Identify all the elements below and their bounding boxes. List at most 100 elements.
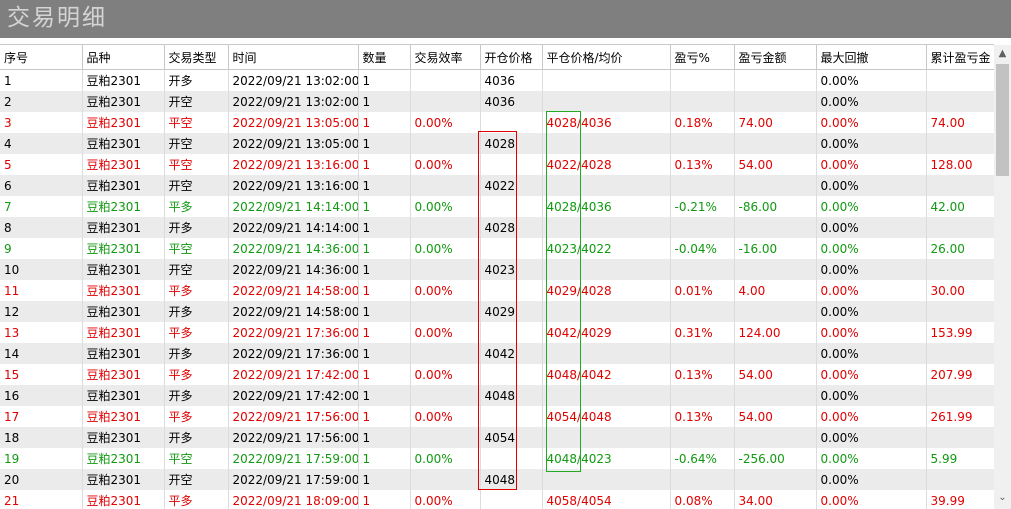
window-title: 交易明细 bbox=[7, 5, 107, 31]
table-row[interactable]: 19 豆粕2301 平空 2022/09/21 17:59:00 1 0.00% 4048/… bbox=[0, 448, 994, 469]
cell-efficiency bbox=[410, 259, 481, 280]
table-row[interactable]: 13 豆粕2301 平多 2022/09/21 17:36:00 1 0.00% 4042/… bbox=[0, 322, 994, 343]
table-row[interactable]: 8 豆粕2301 开多 2022/09/21 14:14:00 1 4028 0.00% bbox=[0, 217, 994, 238]
table-row[interactable]: 6 豆粕2301 开空 2022/09/21 13:16:00 1 4022 0.00% bbox=[0, 175, 994, 196]
column-header[interactable]: 盈亏% bbox=[670, 45, 735, 70]
cell-time: 2022/09/21 17:42:00 bbox=[228, 385, 359, 406]
cell-time: 2022/09/21 17:36:00 bbox=[228, 343, 359, 364]
cell-pnl-percent bbox=[670, 133, 735, 154]
cell-open-price bbox=[480, 112, 543, 133]
cell-quantity: 1 bbox=[358, 385, 411, 406]
table-row[interactable]: 21 豆粕2301 平多 2022/09/21 18:09:00 1 0.00% 4058/… bbox=[0, 490, 994, 509]
table-row[interactable]: 10 豆粕2301 开空 2022/09/21 14:36:00 1 4023 0.00% bbox=[0, 259, 994, 280]
cell-quantity: 1 bbox=[358, 406, 411, 427]
cell-max-drawdown: 0.00% bbox=[816, 364, 927, 385]
cell-time: 2022/09/21 17:36:00 bbox=[228, 322, 359, 343]
chevron-down-icon[interactable]: ⌄ bbox=[994, 491, 1011, 505]
cell-close-price: 4028/4036 bbox=[542, 196, 671, 217]
cell-pnl-percent: 0.01% bbox=[670, 280, 735, 301]
column-header[interactable]: 交易效率 bbox=[410, 45, 481, 70]
column-header[interactable]: 盈亏金额 bbox=[734, 45, 817, 70]
cell-quantity: 1 bbox=[358, 280, 411, 301]
table-row[interactable]: 7 豆粕2301 平多 2022/09/21 14:14:00 1 0.00% 4028/4… bbox=[0, 196, 994, 217]
column-header[interactable]: 平仓价格/均价 bbox=[542, 45, 671, 70]
cell-max-drawdown: 0.00% bbox=[816, 217, 927, 238]
cell-index: 5 bbox=[0, 154, 83, 175]
column-header[interactable]: 最大回撤 bbox=[816, 45, 927, 70]
cell-open-price: 4036 bbox=[480, 91, 543, 112]
table-row[interactable]: 17 豆粕2301 平多 2022/09/21 17:56:00 1 0.00% 4054/… bbox=[0, 406, 994, 427]
cell-symbol: 豆粕2301 bbox=[82, 364, 165, 385]
trade-detail-grid: 序号 品种 交易类型 时间 数量 交易效率 开仓价格 平仓价格/均价 盈亏% 盈亏金额 最大回撤 累计… bbox=[0, 45, 994, 509]
cell-max-drawdown: 0.00% bbox=[816, 238, 927, 259]
cell-index: 16 bbox=[0, 385, 83, 406]
cell-pnl-percent: 0.18% bbox=[670, 112, 735, 133]
table-row[interactable]: 2 豆粕2301 开空 2022/09/21 13:02:00 1 4036 0.00% bbox=[0, 91, 994, 112]
cell-efficiency: 0.00% bbox=[410, 112, 481, 133]
cell-open-price bbox=[480, 490, 543, 509]
chevron-up-icon[interactable]: ▲ bbox=[994, 45, 1011, 63]
column-header[interactable]: 数量 bbox=[358, 45, 411, 70]
cell-max-drawdown: 0.00% bbox=[816, 490, 927, 509]
cell-efficiency bbox=[410, 217, 481, 238]
cell-pnl-amount bbox=[734, 69, 817, 91]
cell-time: 2022/09/21 17:56:00 bbox=[228, 406, 359, 427]
cell-pnl-percent: 0.13% bbox=[670, 154, 735, 175]
column-header[interactable]: 开仓价格 bbox=[480, 45, 543, 70]
scrollbar-thumb[interactable] bbox=[996, 64, 1009, 176]
column-header[interactable]: 交易类型 bbox=[164, 45, 229, 70]
cell-max-drawdown: 0.00% bbox=[816, 427, 927, 448]
table-row[interactable]: 1 豆粕2301 开多 2022/09/21 13:02:00 1 4036 0.00% bbox=[0, 69, 994, 91]
table-row[interactable]: 16 豆粕2301 开多 2022/09/21 17:42:00 1 4048 0.00% bbox=[0, 385, 994, 406]
cell-efficiency: 0.00% bbox=[410, 322, 481, 343]
cell-efficiency bbox=[410, 427, 481, 448]
cell-trade-type: 开空 bbox=[164, 259, 229, 280]
cell-pnl-percent bbox=[670, 427, 735, 448]
cell-close-price: 4054/4048 bbox=[542, 406, 671, 427]
table-row[interactable]: 4 豆粕2301 开空 2022/09/21 13:05:00 1 4028 0.00% bbox=[0, 133, 994, 154]
column-header[interactable]: 序号 bbox=[0, 45, 83, 70]
cell-pnl-amount: 54.00 bbox=[734, 406, 817, 427]
trade-table: 序号 品种 交易类型 时间 数量 交易效率 开仓价格 平仓价格/均价 盈亏% 盈亏金额 最大回撤 累计… bbox=[0, 45, 994, 509]
cell-max-drawdown: 0.00% bbox=[816, 406, 927, 427]
cell-open-price: 4029 bbox=[480, 301, 543, 322]
cell-pnl-amount: 124.00 bbox=[734, 322, 817, 343]
cell-close-price: 4042/4029 bbox=[542, 322, 671, 343]
cell-trade-type: 平空 bbox=[164, 448, 229, 469]
cell-efficiency: 0.00% bbox=[410, 448, 481, 469]
table-row[interactable]: 3 豆粕2301 平空 2022/09/21 13:05:00 1 0.00% 4028/4… bbox=[0, 112, 994, 133]
cell-quantity: 1 bbox=[358, 427, 411, 448]
cell-time: 2022/09/21 14:58:00 bbox=[228, 280, 359, 301]
cell-trade-type: 开多 bbox=[164, 69, 229, 91]
cell-time: 2022/09/21 14:58:00 bbox=[228, 301, 359, 322]
cell-symbol: 豆粕2301 bbox=[82, 448, 165, 469]
cell-time: 2022/09/21 13:05:00 bbox=[228, 133, 359, 154]
table-row[interactable]: 15 豆粕2301 平多 2022/09/21 17:42:00 1 0.00% 4048/… bbox=[0, 364, 994, 385]
cell-open-price: 4028 bbox=[480, 217, 543, 238]
cell-cumulative-pnl: 207.99 bbox=[926, 364, 994, 385]
cell-pnl-percent bbox=[670, 69, 735, 91]
cell-pnl-percent bbox=[670, 91, 735, 112]
cell-time: 2022/09/21 17:59:00 bbox=[228, 448, 359, 469]
column-header[interactable]: 累计盈亏金 bbox=[926, 45, 994, 70]
cell-quantity: 1 bbox=[358, 133, 411, 154]
table-row[interactable]: 12 豆粕2301 开多 2022/09/21 14:58:00 1 4029 0.00% bbox=[0, 301, 994, 322]
table-row[interactable]: 5 豆粕2301 平空 2022/09/21 13:16:00 1 0.00% 4022/4… bbox=[0, 154, 994, 175]
cell-trade-type: 平多 bbox=[164, 322, 229, 343]
table-row[interactable]: 20 豆粕2301 开空 2022/09/21 17:59:00 1 4048 0.00% bbox=[0, 469, 994, 490]
column-header[interactable]: 时间 bbox=[228, 45, 359, 70]
cell-close-price bbox=[542, 91, 671, 112]
table-row[interactable]: 14 豆粕2301 开多 2022/09/21 17:36:00 1 4042 0.00% bbox=[0, 343, 994, 364]
cell-time: 2022/09/21 13:02:00 bbox=[228, 91, 359, 112]
cell-open-price bbox=[480, 196, 543, 217]
table-row[interactable]: 18 豆粕2301 开多 2022/09/21 17:56:00 1 4054 0.00% bbox=[0, 427, 994, 448]
vertical-scrollbar[interactable]: ▲ ⌄ bbox=[994, 45, 1011, 509]
table-row[interactable]: 9 豆粕2301 平空 2022/09/21 14:36:00 1 0.00% 4023/4… bbox=[0, 238, 994, 259]
cell-pnl-percent: -0.04% bbox=[670, 238, 735, 259]
cell-cumulative-pnl: 30.00 bbox=[926, 280, 994, 301]
table-row[interactable]: 11 豆粕2301 平多 2022/09/21 14:58:00 1 0.00% 4029/… bbox=[0, 280, 994, 301]
cell-symbol: 豆粕2301 bbox=[82, 322, 165, 343]
cell-open-price: 4022 bbox=[480, 175, 543, 196]
column-header[interactable]: 品种 bbox=[82, 45, 165, 70]
cell-cumulative-pnl: 128.00 bbox=[926, 154, 994, 175]
